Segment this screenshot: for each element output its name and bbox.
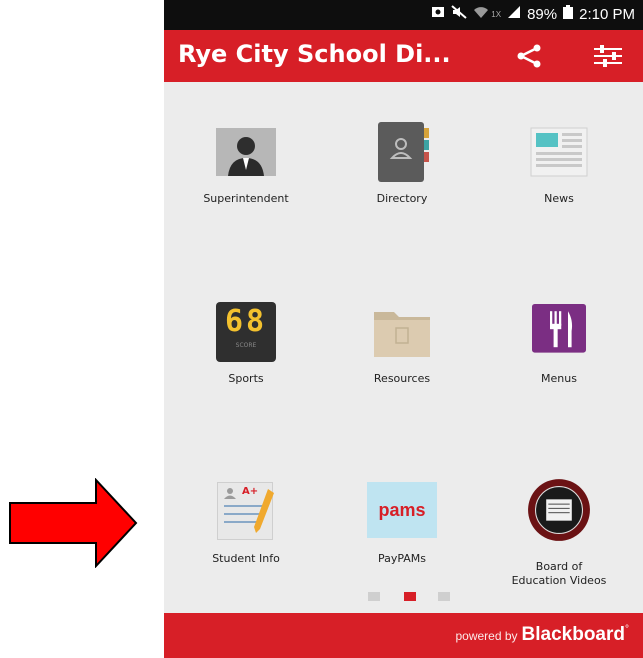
tile-label: Student Info <box>212 552 280 565</box>
mute-icon <box>451 5 467 23</box>
app-bar: Rye City School Di... <box>164 30 643 82</box>
tile-board-of-education-videos[interactable]: Board of Education Videos <box>484 442 634 587</box>
brand-mark: ° <box>625 624 629 635</box>
powered-by-text: powered by <box>455 629 518 643</box>
tile-label: Board of Education Videos <box>484 560 634 588</box>
annotation-arrow-icon <box>9 478 138 568</box>
pams-logo-icon: pams <box>367 482 437 538</box>
status-bar: 1X 89% 2:10 PM <box>164 0 643 30</box>
footer-bar: powered by Blackboard° <box>164 613 643 658</box>
district-seal-icon <box>528 479 590 541</box>
page-indicator <box>164 592 643 602</box>
tile-label: Directory <box>376 192 428 205</box>
score-caption: SCORE <box>235 342 257 349</box>
tile-label-line: Education Videos <box>511 574 607 587</box>
page-dot[interactable] <box>438 592 450 601</box>
tile-label: Resources <box>373 372 431 385</box>
tile-news[interactable]: News <box>484 82 634 205</box>
report-card-icon: A+ <box>217 482 274 540</box>
share-icon[interactable] <box>516 44 542 68</box>
powered-by[interactable]: powered by Blackboard° <box>455 624 629 646</box>
wifi-icon <box>473 5 489 23</box>
tile-superintendent[interactable]: Superintendent <box>171 82 321 205</box>
app-grid: Superintendent Directory News 68 SCORE S… <box>164 82 643 612</box>
app-title: Rye City School Di... <box>178 40 451 68</box>
tile-label: Menus <box>541 372 577 385</box>
filter-icon[interactable] <box>594 44 622 68</box>
tile-label: News <box>544 192 574 205</box>
phone-screen: 1X 89% 2:10 PM Rye City School Di... Sup… <box>164 0 643 658</box>
tile-directory[interactable]: Directory <box>327 82 477 205</box>
pams-logo-text: pams <box>378 500 426 520</box>
tile-label: Sports <box>228 372 264 385</box>
blackboard-logo: Blackboard <box>521 624 625 645</box>
person-photo-icon <box>216 128 276 176</box>
tile-sports[interactable]: 68 SCORE Sports <box>171 262 321 385</box>
folder-icon <box>374 312 430 357</box>
newspaper-icon <box>530 127 588 177</box>
tile-label-line: Board of <box>535 560 583 573</box>
signal-icon <box>507 5 521 23</box>
tile-paypams[interactable]: pams PayPAMs <box>327 442 477 565</box>
page-dot[interactable] <box>368 592 380 601</box>
tile-label: PayPAMs <box>377 552 427 565</box>
page-dot-active[interactable] <box>404 592 416 601</box>
scoreboard-icon: 68 SCORE <box>216 302 276 362</box>
tile-menus[interactable]: Menus <box>484 262 634 385</box>
network-badge: 1X <box>491 9 502 19</box>
fork-knife-icon <box>532 304 586 353</box>
tile-label: Superintendent <box>203 192 289 205</box>
battery-icon <box>563 5 574 23</box>
score-value: 68 <box>224 304 268 339</box>
image-icon <box>431 5 445 23</box>
tile-resources[interactable]: Resources <box>327 262 477 385</box>
battery-percent: 89% <box>527 5 558 23</box>
tile-student-info[interactable]: A+ Student Info <box>171 442 321 565</box>
clock: 2:10 PM <box>579 5 635 23</box>
address-book-icon <box>378 122 429 182</box>
